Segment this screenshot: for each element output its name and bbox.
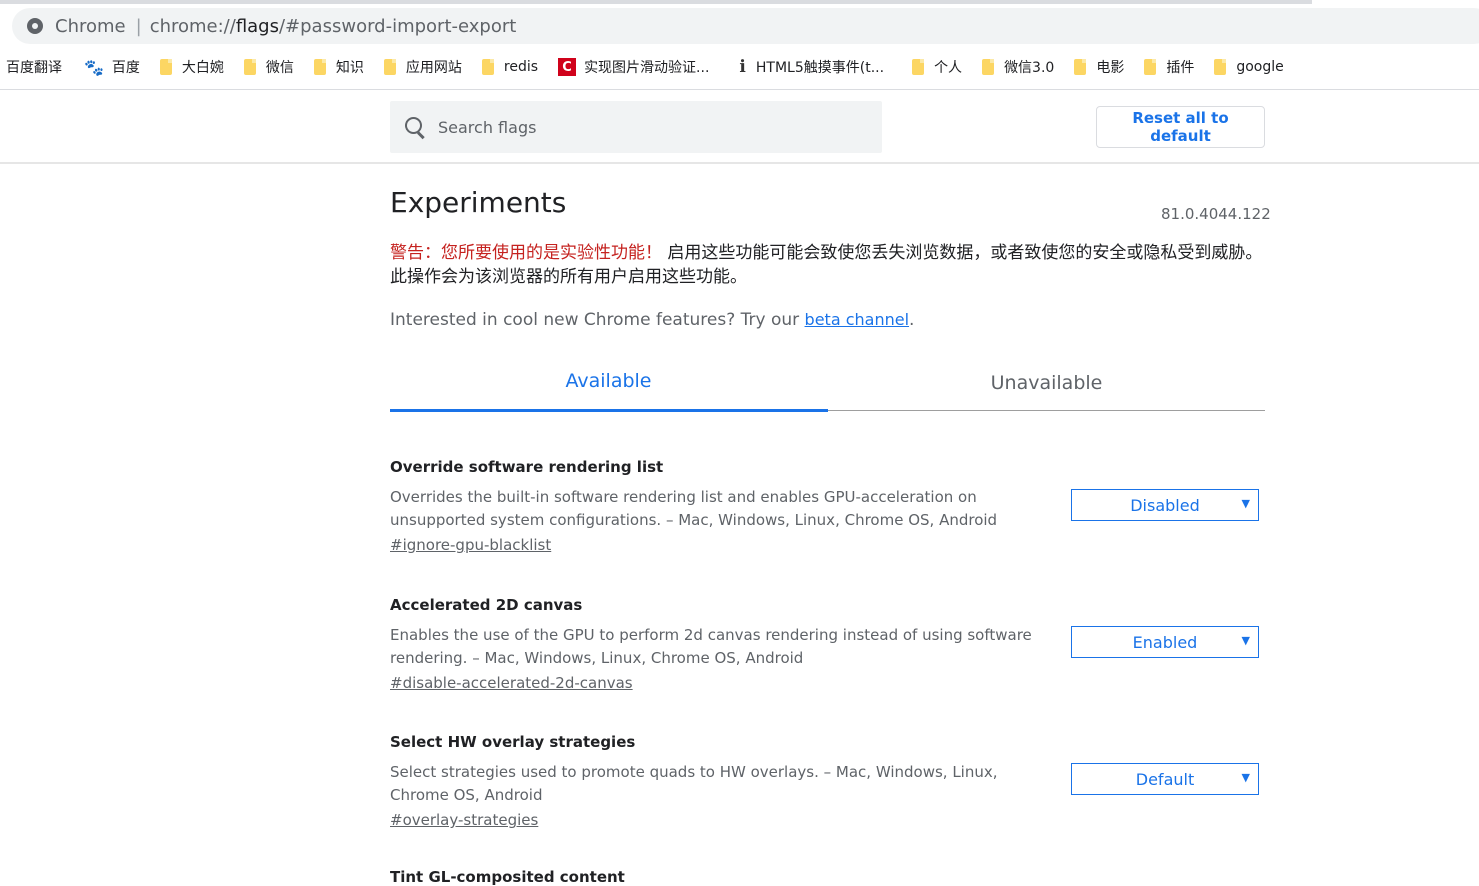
- promo-lead: Interested in cool new Chrome features? …: [390, 310, 805, 330]
- url-path: /#password-import-export: [278, 15, 517, 37]
- promo-end: .: [909, 310, 915, 330]
- warning-label: 警告：您所要使用的是实验性功能！: [390, 243, 662, 263]
- bookmark-item[interactable]: 微信3.0: [982, 52, 1074, 82]
- flag-state-value: Enabled: [1132, 632, 1198, 652]
- reset-all-button[interactable]: Reset all to default: [1096, 106, 1265, 148]
- flag-state-select[interactable]: Default ▼: [1071, 763, 1259, 795]
- folder-icon: [243, 59, 256, 75]
- bookmark-label: 个人: [934, 60, 963, 76]
- bookmark-item[interactable]: redis: [481, 52, 558, 82]
- flag-description: Select strategies used to promote quads …: [390, 763, 998, 804]
- tab-unavailable[interactable]: Unavailable: [828, 360, 1265, 410]
- bookmark-item[interactable]: 大白婉: [159, 52, 244, 82]
- bookmark-label: HTML5触摸事件(t...: [755, 60, 885, 76]
- bookmark-item[interactable]: 知识: [313, 52, 384, 82]
- chrome-site-icon: [27, 18, 43, 34]
- bookmark-item[interactable]: 个人: [912, 52, 982, 82]
- bookmark-label: 实现图片滑动验证...: [584, 60, 710, 76]
- dropdown-arrow-icon: ▼: [1241, 771, 1250, 784]
- bookmark-label: redis: [503, 59, 539, 75]
- folder-icon: [1144, 59, 1157, 75]
- bookmark-item[interactable]: ℹ HTML5触摸事件(t...: [739, 52, 912, 82]
- bookmark-label: 知识: [335, 60, 364, 76]
- tabs: Available Unavailable: [390, 360, 1265, 412]
- url-separator: |: [135, 15, 142, 37]
- tabstrip-edge: [0, 0, 1312, 4]
- active-tab-indicator: [390, 409, 828, 412]
- bookmark-label: 微信3.0: [1004, 60, 1055, 76]
- flag-permalink[interactable]: #disable-accelerated-2d-canvas: [390, 674, 633, 692]
- version-number: 81.0.4044.122: [1161, 205, 1271, 223]
- flag-state-select[interactable]: Disabled ▼: [1071, 489, 1259, 521]
- bookmark-item[interactable]: C 实现图片滑动验证...: [558, 52, 739, 82]
- bookmarks-bar: 百度翻译 🐾 百度 大白婉 微信 知识 应用网站 redis C 实现图片滑动验…: [0, 52, 1479, 82]
- flag-item: Select HW overlay strategies Select stra…: [390, 733, 1270, 829]
- promo-text: Interested in cool new Chrome features? …: [390, 310, 914, 330]
- folder-icon: [481, 59, 494, 75]
- bookmark-item[interactable]: 百度翻译: [0, 52, 84, 82]
- bookmark-item[interactable]: 电影: [1074, 52, 1144, 82]
- bookmark-label: 插件: [1166, 60, 1195, 76]
- warning-message: 警告：您所要使用的是实验性功能！ 启用这些功能可能会致使您丢失浏览数据，或者致使…: [390, 241, 1270, 289]
- bookmark-label: 百度翻译: [6, 60, 62, 76]
- flag-name: Accelerated 2D canvas: [390, 596, 583, 614]
- flag-description: Overrides the built-in software renderin…: [390, 488, 998, 529]
- bookmark-label: 微信: [265, 60, 294, 76]
- baidu-paw-icon: 🐾: [84, 57, 104, 77]
- url-host: flags: [235, 15, 279, 37]
- folder-icon: [1074, 59, 1087, 75]
- omnibox[interactable]: Chrome | chrome://flags/#password-import…: [12, 8, 1479, 44]
- flag-item: Override software rendering list Overrid…: [390, 458, 1270, 554]
- flag-permalink[interactable]: #overlay-strategies: [390, 811, 538, 829]
- bookmark-label: 应用网站: [405, 60, 462, 76]
- folder-icon: [159, 59, 172, 75]
- tab-available[interactable]: Available: [390, 360, 827, 410]
- page-title: Experiments: [390, 186, 567, 219]
- flag-state-value: Disabled: [1130, 495, 1200, 515]
- bookmark-item[interactable]: 🐾 百度: [84, 52, 160, 82]
- bookmark-item[interactable]: 微信: [243, 52, 314, 82]
- flag-name: Override software rendering list: [390, 458, 664, 476]
- site-name: Chrome: [55, 15, 126, 37]
- search-icon: [404, 116, 426, 138]
- flag-state-select[interactable]: Enabled ▼: [1071, 626, 1259, 658]
- flag-name: Tint GL-composited content: [390, 868, 625, 886]
- bookmark-label: 电影: [1096, 60, 1125, 76]
- red-c-icon: C: [558, 58, 577, 76]
- toolbar-divider: [0, 89, 1479, 90]
- bookmark-item[interactable]: 插件: [1144, 52, 1214, 82]
- folder-icon: [313, 59, 326, 75]
- glyph-icon: ℹ: [739, 57, 746, 77]
- bookmark-item[interactable]: google: [1214, 52, 1291, 82]
- flag-name: Select HW overlay strategies: [390, 733, 636, 751]
- dropdown-arrow-icon: ▼: [1241, 634, 1250, 647]
- search-box[interactable]: [390, 101, 882, 153]
- folder-icon: [383, 59, 396, 75]
- header-divider: [0, 162, 1479, 164]
- url-text[interactable]: chrome://flags/#password-import-export: [150, 16, 517, 37]
- search-input[interactable]: [436, 116, 860, 138]
- folder-icon: [912, 59, 925, 75]
- bookmark-label: 大白婉: [181, 60, 224, 76]
- beta-channel-link[interactable]: beta channel: [805, 310, 909, 329]
- folder-icon: [1214, 59, 1227, 75]
- flag-item: Tint GL-composited content: [390, 868, 1270, 886]
- flag-item: Accelerated 2D canvas Enables the use of…: [390, 596, 1270, 692]
- flag-permalink[interactable]: #ignore-gpu-blacklist: [390, 536, 551, 554]
- folder-icon: [982, 59, 995, 75]
- url-prefix: chrome://: [149, 15, 236, 37]
- flag-state-value: Default: [1135, 769, 1195, 789]
- bookmark-item[interactable]: 应用网站: [383, 52, 482, 82]
- bookmark-label: google: [1236, 59, 1284, 75]
- bookmark-label: 百度: [111, 60, 140, 76]
- flag-description: Enables the use of the GPU to perform 2d…: [390, 626, 1032, 667]
- dropdown-arrow-icon: ▼: [1241, 497, 1250, 510]
